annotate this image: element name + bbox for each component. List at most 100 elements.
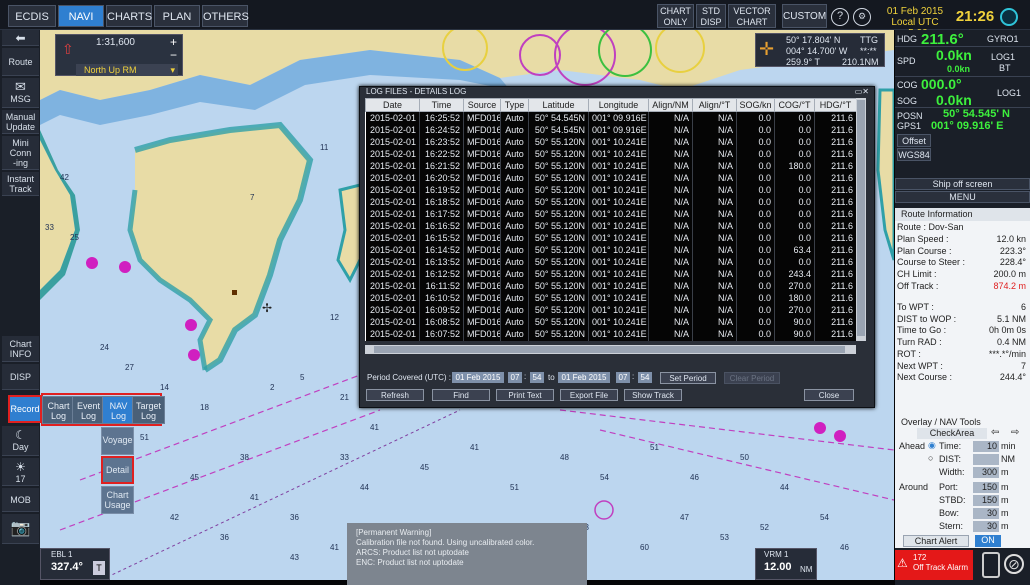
vector-chart-button[interactable]: VECTOR CHART — [728, 4, 776, 28]
brightness-button[interactable]: ☀ 17 — [2, 458, 39, 486]
user-settings-icon[interactable]: ⚙ — [853, 8, 871, 26]
to-minute-input[interactable]: 54 — [638, 372, 652, 383]
from-hour-input[interactable]: 07 — [508, 372, 522, 383]
refresh-button[interactable]: Refresh — [366, 389, 424, 401]
zoom-in-button[interactable]: + — [170, 35, 177, 49]
column-header[interactable]: Longitude — [588, 98, 649, 112]
dist-radio[interactable]: ○ — [928, 453, 933, 463]
close-icon[interactable]: ▭✕ — [855, 87, 869, 96]
nav-log-button[interactable]: NAV Log — [102, 396, 135, 424]
stbd-input[interactable]: 150 — [973, 495, 999, 506]
table-row[interactable]: 2015-02-01 16:19:52 MFD016 Auto 50° 55.120N 0… — [365, 183, 856, 196]
table-row[interactable]: 2015-02-01 16:21:52 MFD016 Auto 50° 55.120N 0… — [365, 159, 856, 172]
table-row[interactable]: 2015-02-01 16:13:52 MFD016 Auto 50° 55.120N 0… — [365, 255, 856, 268]
manual-update-button[interactable]: Manual Update — [2, 110, 39, 134]
from-date-input[interactable]: 01 Feb 2015 — [452, 372, 504, 383]
print-text-button[interactable]: Print Text — [496, 389, 554, 401]
table-row[interactable]: 2015-02-01 16:09:52 MFD016 Auto 50° 55.120N 0… — [365, 303, 856, 316]
table-row[interactable]: 2015-02-01 16:25:52 MFD016 Auto 50° 54.545N 0… — [365, 111, 856, 124]
column-header[interactable]: Align/NM — [648, 98, 693, 112]
table-row[interactable]: 2015-02-0116:06:52MFD016Auto50° 55.120N0… — [365, 339, 856, 341]
clear-period-button[interactable]: Clear Period — [724, 372, 780, 384]
spd-source[interactable]: LOG1 — [991, 52, 1015, 62]
hdg-source[interactable]: GYRO1 — [987, 34, 1019, 44]
table-row[interactable]: 2015-02-01 16:11:52 MFD016 Auto 50° 55.120N 0… — [365, 279, 856, 292]
chart-alert-toggle[interactable]: ON — [975, 535, 1001, 547]
instant-track-button[interactable]: Instant Track — [2, 172, 39, 196]
column-header[interactable]: Type — [500, 98, 529, 112]
from-minute-input[interactable]: 54 — [530, 372, 544, 383]
stern-input[interactable]: 30 — [973, 521, 999, 532]
off-track-alarm[interactable]: ⚠ 172 Off Track Alarm — [895, 550, 973, 580]
menu-button[interactable]: MENU — [895, 191, 1030, 203]
back-arrow-icon[interactable]: ⬅ — [2, 30, 39, 46]
table-row[interactable]: 2015-02-01 16:15:52 MFD016 Auto 50° 55.120N 0… — [365, 231, 856, 244]
detail-button[interactable]: Detail — [101, 456, 134, 484]
hscroll-thumb[interactable] — [374, 346, 845, 353]
table-row[interactable]: 2015-02-01 16:07:52 MFD016 Auto 50° 55.120N 0… — [365, 327, 856, 340]
day-night-button[interactable]: ☾ Day — [2, 426, 39, 456]
table-row[interactable]: 2015-02-01 16:16:52 MFD016 Auto 50° 55.120N 0… — [365, 219, 856, 232]
voyage-button[interactable]: Voyage — [101, 427, 134, 455]
table-row[interactable]: 2015-02-01 16:12:52 MFD016 Auto 50° 55.120N 0… — [365, 267, 856, 280]
column-header[interactable]: HDG/°T — [814, 98, 856, 112]
record-button[interactable]: Record — [8, 395, 42, 423]
tab-plan[interactable]: PLAN — [154, 5, 200, 27]
vrm-box[interactable]: VRM 1 12.00 NM — [755, 548, 817, 580]
chart-only-button[interactable]: CHART ONLY — [657, 4, 694, 28]
column-header[interactable]: Align/°T — [692, 98, 737, 112]
disp-button[interactable]: DISP — [2, 364, 39, 390]
table-row[interactable]: 2015-02-01 16:14:52 MFD016 Auto 50° 55.120N 0… — [365, 243, 856, 256]
port-input[interactable]: 150 — [973, 482, 999, 493]
route-button[interactable]: Route — [2, 48, 39, 76]
mob-button[interactable]: MOB — [2, 488, 39, 512]
column-header[interactable]: SOG/kn — [736, 98, 775, 112]
table-row[interactable]: 2015-02-01 16:17:52 MFD016 Auto 50° 55.120N 0… — [365, 207, 856, 220]
posn-source[interactable]: GPS1 — [897, 121, 921, 131]
tab-navi[interactable]: NAVI — [58, 5, 104, 27]
width-input[interactable]: 300 — [973, 467, 999, 478]
table-row[interactable]: 2015-02-01 16:10:52 MFD016 Auto 50° 55.120N 0… — [365, 291, 856, 304]
chart-log-button[interactable]: Chart Log — [42, 396, 75, 424]
sog-source[interactable]: LOG1 — [997, 88, 1021, 98]
table-row[interactable]: 2015-02-01 16:24:52 MFD016 Auto 50° 54.545N 0… — [365, 123, 856, 136]
check-area-select[interactable]: CheckArea — [917, 428, 987, 439]
help-icon[interactable]: ? — [831, 8, 849, 26]
column-header[interactable]: Source — [463, 98, 501, 112]
horizontal-scrollbar[interactable] — [365, 345, 856, 354]
tab-ecdis[interactable]: ECDIS — [8, 5, 56, 27]
bow-input[interactable]: 30 — [973, 508, 999, 519]
custom-button[interactable]: CUSTOM — [782, 4, 827, 28]
std-disp-button[interactable]: STD DISP — [696, 4, 726, 28]
event-log-button[interactable]: Event Log — [72, 396, 105, 424]
column-header[interactable]: Latitude — [528, 98, 589, 112]
find-button[interactable]: Find — [432, 389, 490, 401]
orientation-select[interactable]: North Up RM ▾ — [76, 64, 178, 76]
mute-alarm-icon[interactable]: ⊘ — [1004, 554, 1024, 574]
close-button[interactable]: Close — [804, 389, 854, 401]
ebl-box[interactable]: EBL 1 327.4° T — [40, 548, 110, 580]
target-log-button[interactable]: Target Log — [132, 396, 165, 424]
zoom-out-button[interactable]: − — [170, 48, 177, 62]
column-header[interactable]: COG/°T — [774, 98, 815, 112]
chart-alert-button[interactable]: Chart Alert — [903, 535, 969, 547]
offset-button[interactable]: Offset — [897, 134, 931, 147]
chart-info-button[interactable]: Chart INFO — [2, 336, 39, 362]
table-row[interactable]: 2015-02-01 16:08:52 MFD016 Auto 50° 55.120N 0… — [365, 315, 856, 328]
ebl-reference[interactable]: T — [93, 561, 105, 575]
datum-button[interactable]: WGS84 — [897, 148, 931, 161]
ship-off-screen-button[interactable]: Ship off screen — [895, 178, 1030, 190]
next-arrow-icon[interactable]: ⇨ — [1011, 427, 1019, 438]
dist-input[interactable] — [973, 454, 999, 465]
to-hour-input[interactable]: 07 — [616, 372, 630, 383]
msg-button[interactable]: ✉ MSG — [2, 78, 39, 108]
export-file-button[interactable]: Export File — [560, 389, 618, 401]
show-track-button[interactable]: Show Track — [624, 389, 682, 401]
prev-arrow-icon[interactable]: ⇦ — [991, 427, 999, 438]
table-row[interactable]: 2015-02-01 16:18:52 MFD016 Auto 50° 55.120N 0… — [365, 195, 856, 208]
table-row[interactable]: 2015-02-01 16:22:52 MFD016 Auto 50° 55.120N 0… — [365, 147, 856, 160]
set-period-button[interactable]: Set Period — [660, 372, 716, 384]
column-header[interactable]: Date — [365, 98, 420, 112]
brilliance-icon[interactable] — [1000, 8, 1018, 26]
tab-charts[interactable]: CHARTS — [106, 5, 152, 27]
